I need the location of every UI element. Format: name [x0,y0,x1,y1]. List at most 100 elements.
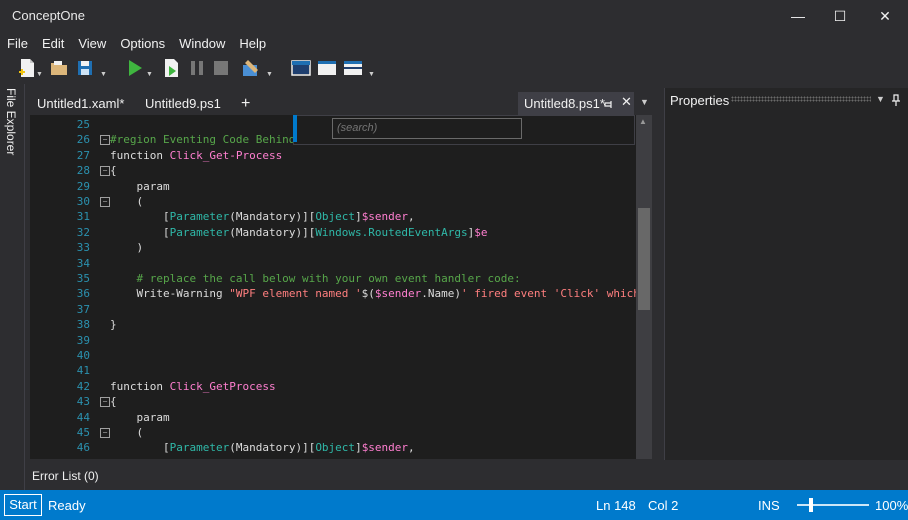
code-token: { [110,164,117,178]
code-line: ( [110,426,143,439]
run-selection-icon[interactable] [160,57,182,79]
code-line: [Parameter(Mandatory)][Object]$sender, [110,441,415,454]
tab-untitled1-xaml[interactable]: Untitled1.xaml* [37,92,124,115]
line-number-gutter: 33 [76,241,90,255]
scrollbar-thumb[interactable] [638,208,650,310]
line-number-gutter: 34 [76,256,90,270]
code-token: $( [361,287,375,301]
close-button[interactable]: ✕ [875,6,895,26]
zoom-slider-thumb[interactable] [809,498,814,512]
open-folder-icon[interactable] [48,57,70,79]
new-file-icon[interactable] [16,57,38,79]
app-title: ConceptOne [12,8,85,23]
zoom-slider[interactable] [797,504,869,506]
layout-split-icon[interactable] [342,57,364,79]
code-line: [Parameter(Mandatory)][Windows.RoutedEve… [110,226,488,239]
menu-edit[interactable]: Edit [35,33,71,55]
layout-dropdown-icon[interactable]: ▼ [368,71,376,79]
properties-panel [664,88,908,460]
code-token: Windows.RoutedEventArgs [315,225,468,239]
search-input[interactable] [332,118,522,139]
code-line: { [110,164,117,177]
code-token: (Mandatory)][ [229,441,316,455]
line-number-gutter: 27 [76,148,90,162]
code-token: # replace the call below with your own e… [110,272,521,285]
code-token: Parameter [169,225,230,239]
stop-icon[interactable] [210,57,232,79]
code-line: [Parameter(Mandatory)][Object]$sender, [110,210,415,223]
tab-list-dropdown-icon[interactable]: ▼ [640,97,649,107]
code-token: Parameter [169,210,230,224]
pin-icon[interactable] [604,99,614,109]
close-tab-icon[interactable]: ✕ [621,94,632,110]
start-button[interactable]: Start [4,494,42,516]
line-number-gutter: 44 [76,410,90,424]
fold-toggle-icon[interactable]: − [100,197,110,207]
fold-toggle-icon[interactable]: − [100,397,110,408]
code-line: param [110,179,170,193]
line-number-gutter: 46 [76,441,90,455]
properties-title: Properties [670,93,730,108]
run-dropdown-icon[interactable]: ▼ [146,71,154,79]
line-number-gutter: 28 [76,164,90,178]
line-number-gutter: 31 [76,210,90,224]
code-token: ] [355,210,362,224]
fold-toggle-icon[interactable]: − [100,135,110,146]
code-token: $sender [361,441,409,455]
code-token: Windows.RoutedEventArgs [315,457,467,459]
new-tab-button[interactable]: + [241,92,250,115]
code-token: Parameter [170,457,230,459]
search-accent [293,115,297,142]
layout-full-icon[interactable] [316,57,338,79]
tab-untitled8-ps1[interactable]: Untitled8.ps1* [518,92,634,115]
code-line: ( [110,195,143,208]
code-line: Write-Warning "WPF element named '$($sen… [110,287,652,300]
line-number-gutter: 36 [76,287,90,301]
line-number-gutter: 42 [76,379,90,393]
minimize-button[interactable]: — [788,6,808,26]
layout-top-icon[interactable] [290,57,312,79]
menu-help[interactable]: Help [232,33,273,55]
run-icon[interactable] [124,57,146,79]
save-dropdown-icon[interactable]: ▼ [100,71,108,79]
line-number-gutter: 38 [76,318,90,332]
error-list-tab[interactable]: Error List (0) [32,469,99,483]
code-token: Write-Warning [110,287,230,301]
code-editor[interactable]: 25 26− #region Eventing Code Behind 27 funct… [30,115,652,459]
fold-toggle-icon[interactable]: − [100,166,110,177]
properties-pin-icon[interactable] [891,94,901,106]
menu-view[interactable]: View [71,33,113,55]
code-token: , [408,441,415,455]
line-number-gutter: 25 [76,118,90,131]
line-number-gutter: 29 [76,179,90,193]
maximize-button[interactable]: ☐ [830,6,850,26]
clear-icon[interactable] [240,57,262,79]
code-line: { [110,395,117,408]
tab-untitled9-ps1[interactable]: Untitled9.ps1 [145,92,221,115]
save-icon[interactable] [74,57,96,79]
code-token: #region Eventing Code Behind [110,133,296,147]
code-token: ] [355,441,362,455]
code-token: param [110,179,170,193]
code-token: ) [110,241,144,255]
line-number-gutter: 47 [30,457,90,459]
line-number-gutter: 41 [76,364,90,378]
code-token: ( [110,195,144,208]
code-line: #region Eventing Code Behind [110,133,295,146]
line-number: Ln 148 [596,498,636,513]
code-token: param [110,410,170,424]
menu-window[interactable]: Window [172,33,232,55]
menu-file[interactable]: File [0,33,35,55]
line-number-gutter: 35 [76,272,90,285]
clear-dropdown-icon[interactable]: ▼ [266,71,274,79]
properties-dropdown-icon[interactable]: ▼ [876,94,885,104]
code-line: param [110,410,170,424]
fold-toggle-icon[interactable]: − [100,428,110,438]
scroll-up-icon[interactable]: ▲ [639,117,647,126]
code-line: function Click_Get-Process [110,149,282,162]
pause-icon[interactable] [186,57,208,79]
menu-options[interactable]: Options [113,33,172,55]
new-file-dropdown-icon[interactable]: ▼ [36,71,44,79]
file-explorer-tab[interactable]: File Explorer [2,88,22,158]
code-token: (Mandatory)][ [229,225,316,239]
